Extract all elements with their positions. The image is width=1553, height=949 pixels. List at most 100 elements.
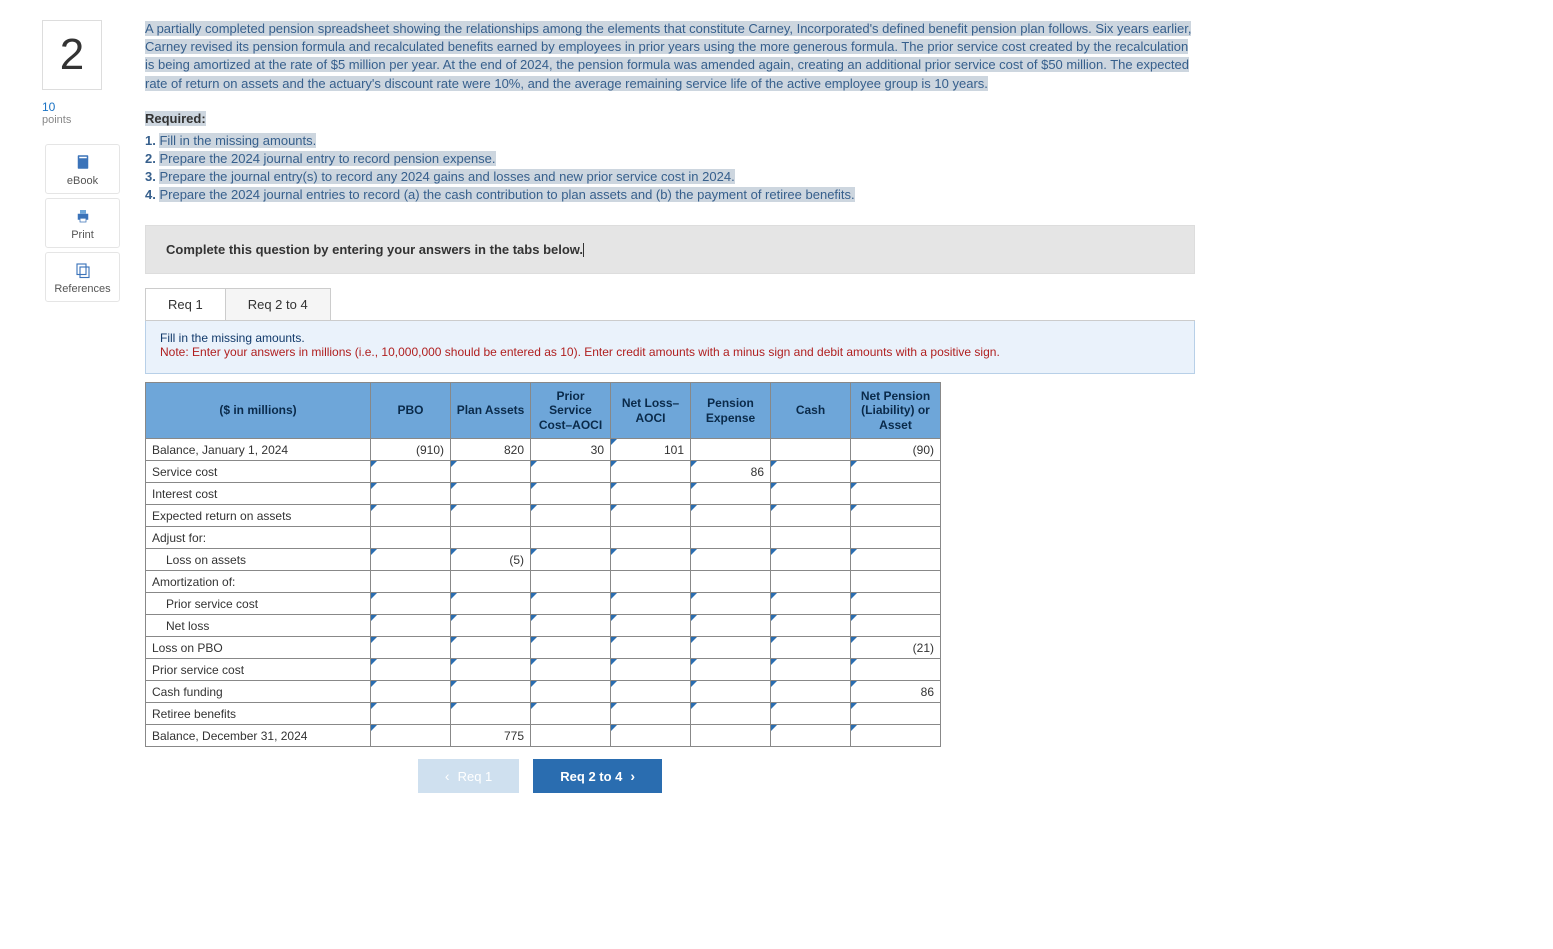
cell-input[interactable] [771,461,851,483]
cell-input[interactable] [851,725,941,747]
cell-input[interactable] [851,703,941,725]
cell-input[interactable]: (21) [851,637,941,659]
cell-input[interactable] [771,681,851,703]
cell-input[interactable] [531,703,611,725]
cell-input[interactable] [611,483,691,505]
cell-input[interactable]: 86 [851,681,941,703]
table-row: Net loss [146,615,941,637]
cell-input[interactable] [371,461,451,483]
cell-input[interactable] [851,461,941,483]
cell-input[interactable]: 30 [531,439,611,461]
cell-input[interactable] [531,725,611,747]
nav-next-button[interactable]: Req 2 to 4 › [533,759,662,793]
cell-input[interactable] [371,483,451,505]
cell-input[interactable] [771,637,851,659]
cell-empty [851,571,941,593]
cell-input[interactable] [371,725,451,747]
tab-req2to4[interactable]: Req 2 to 4 [225,288,331,320]
cell-input[interactable] [371,703,451,725]
input-marker-icon [531,615,537,621]
cell-input[interactable] [771,725,851,747]
nav-prev-button[interactable]: ‹ Req 1 [418,759,519,793]
cell-input[interactable] [611,549,691,571]
cell-input[interactable] [531,549,611,571]
cell-input[interactable] [851,659,941,681]
cell-input[interactable] [771,483,851,505]
cell-input[interactable]: 775 [451,725,531,747]
print-button[interactable]: Print [45,198,120,248]
cell-input[interactable] [771,505,851,527]
cell-input[interactable] [851,549,941,571]
cell-input[interactable] [771,549,851,571]
cell-input[interactable] [691,725,771,747]
cell-input[interactable] [611,615,691,637]
cell-input[interactable] [531,505,611,527]
cell-input[interactable] [691,505,771,527]
cell-input[interactable] [691,439,771,461]
cell-input[interactable] [451,461,531,483]
cell-input[interactable] [371,637,451,659]
cell-input[interactable] [771,703,851,725]
cell-input[interactable] [771,659,851,681]
cell-input[interactable]: (90) [851,439,941,461]
references-button[interactable]: References [45,252,120,302]
cell-input[interactable] [691,637,771,659]
cell-input[interactable] [531,615,611,637]
cell-input[interactable] [691,703,771,725]
cell-input[interactable] [611,461,691,483]
input-marker-icon [451,659,457,665]
input-marker-icon [451,637,457,643]
cell-input[interactable] [531,593,611,615]
cell-input[interactable] [451,615,531,637]
cell-input[interactable] [371,549,451,571]
cell-input[interactable] [451,505,531,527]
cell-input[interactable] [371,593,451,615]
cell-input[interactable] [371,681,451,703]
cell-input[interactable] [611,637,691,659]
cell-input[interactable] [771,593,851,615]
print-icon [74,207,92,225]
cell-input[interactable]: 101 [611,439,691,461]
cell-input[interactable] [371,615,451,637]
cell-input[interactable] [691,549,771,571]
cell-input[interactable] [451,659,531,681]
cell-input[interactable] [851,593,941,615]
cell-input[interactable] [371,505,451,527]
cell-input[interactable] [771,615,851,637]
cell-input[interactable] [611,659,691,681]
input-marker-icon [771,461,777,467]
cell-input[interactable] [611,681,691,703]
cell-input[interactable] [611,703,691,725]
cell-input[interactable] [451,703,531,725]
cell-input[interactable] [371,659,451,681]
cell-input[interactable] [531,461,611,483]
input-marker-icon [851,549,857,555]
cell-input[interactable] [691,483,771,505]
cell-input[interactable] [531,681,611,703]
cell-input[interactable] [451,637,531,659]
cell-input[interactable]: (910) [371,439,451,461]
pension-worksheet: ($ in millions) PBO Plan Assets Prior Se… [145,382,941,747]
cell-input[interactable] [611,593,691,615]
cell-input[interactable] [691,593,771,615]
cell-input[interactable] [451,681,531,703]
tab-req1[interactable]: Req 1 [145,288,226,320]
cell-input[interactable] [851,615,941,637]
cell-input[interactable] [691,681,771,703]
cell-input[interactable]: 820 [451,439,531,461]
cell-input[interactable] [451,593,531,615]
cell-input[interactable] [531,637,611,659]
cell-input[interactable] [611,725,691,747]
cell-input[interactable] [531,659,611,681]
cell-input[interactable] [451,483,531,505]
cell-input[interactable] [771,439,851,461]
cell-input[interactable] [531,483,611,505]
cell-input[interactable] [691,659,771,681]
cell-input[interactable] [611,505,691,527]
cell-input[interactable] [691,615,771,637]
cell-input[interactable]: (5) [451,549,531,571]
cell-input[interactable]: 86 [691,461,771,483]
cell-input[interactable] [851,505,941,527]
cell-input[interactable] [851,483,941,505]
ebook-button[interactable]: eBook [45,144,120,194]
